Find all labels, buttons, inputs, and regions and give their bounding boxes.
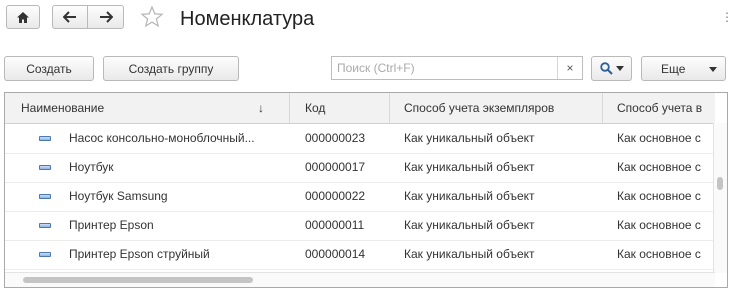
cell-account-method: Как основное с [617, 160, 701, 174]
cell-account-method: Как основное с [617, 247, 701, 261]
sort-descending-icon: ↓ [258, 101, 264, 115]
cell-account-method: Как основное с [617, 131, 701, 145]
cell-copy-method: Как уникальный объект [404, 189, 535, 203]
cell-code: 000000017 [305, 160, 366, 174]
create-button[interactable]: Создать [4, 56, 94, 81]
cell-name: Принтер Epson [69, 218, 154, 232]
star-icon [140, 5, 164, 28]
back-button[interactable] [52, 5, 88, 29]
table-row[interactable]: Насос консольно-моноблочный... 000000023… [5, 124, 715, 154]
search-options-button[interactable] [591, 56, 632, 81]
cell-account-method: Как основное с [617, 218, 701, 232]
item-icon [39, 194, 51, 199]
search-input[interactable]: Поиск (Ctrl+F) × [331, 56, 583, 80]
cell-copy-method: Как уникальный объект [404, 247, 535, 261]
caret-down-icon [709, 67, 717, 72]
horizontal-scrollbar[interactable] [5, 272, 715, 287]
more-button[interactable]: Еще [641, 56, 726, 81]
cell-account-method: Как основное с [617, 189, 701, 203]
forward-button[interactable] [87, 5, 124, 29]
column-header-name-label: Наименование [21, 101, 105, 115]
table-header: Наименование ↓ Код Способ учета экземпля… [5, 93, 715, 124]
cell-copy-method: Как уникальный объект [404, 218, 535, 232]
cell-copy-method: Как уникальный объект [404, 131, 535, 145]
vertical-scroll-thumb[interactable] [717, 177, 723, 190]
table-row[interactable]: Ноутбук 000000017 Как уникальный объект … [5, 153, 715, 183]
vertical-scrollbar[interactable] [713, 123, 727, 273]
cell-code: 000000011 [305, 218, 365, 232]
table-row[interactable]: Принтер Epson 000000011 Как уникальный о… [5, 211, 715, 241]
table-row[interactable]: Ноутбук Samsung 000000022 Как уникальный… [5, 182, 715, 212]
vertical-dots-icon[interactable]: ⋮ [721, 11, 730, 23]
column-header-copy-method[interactable]: Способ учета экземпляров [390, 93, 603, 123]
arrow-right-icon [99, 11, 113, 23]
item-icon [39, 223, 51, 228]
arrow-left-icon [63, 11, 76, 23]
page-title: Номенклатура [180, 8, 315, 30]
cell-name: Ноутбук Samsung [69, 189, 168, 203]
more-button-label: Еще [661, 61, 686, 76]
item-icon [39, 165, 51, 170]
magnifier-icon [599, 62, 613, 75]
cell-code: 000000022 [305, 189, 366, 203]
cell-code: 000000023 [305, 131, 366, 145]
caret-down-icon [615, 66, 624, 71]
cell-code: 000000014 [305, 247, 366, 261]
favorite-star-button[interactable] [140, 5, 164, 29]
home-icon [17, 11, 29, 23]
cell-copy-method: Как уникальный объект [404, 160, 535, 174]
column-header-code[interactable]: Код [290, 93, 390, 123]
column-header-account-method[interactable]: Способ учета в [603, 93, 715, 123]
search-placeholder: Поиск (Ctrl+F) [337, 61, 415, 75]
cell-name: Принтер Epson струйный [69, 247, 210, 261]
cell-name: Насос консольно-моноблочный... [69, 131, 255, 145]
cell-name: Ноутбук [69, 160, 114, 174]
item-icon [39, 252, 51, 257]
table-row[interactable]: Принтер Epson струйный 000000014 Как уни… [5, 240, 715, 270]
items-table: Наименование ↓ Код Способ учета экземпля… [4, 92, 728, 288]
horizontal-scroll-thumb[interactable] [23, 277, 253, 283]
home-button[interactable] [6, 5, 40, 29]
column-header-name[interactable]: Наименование ↓ [5, 93, 290, 123]
item-icon [39, 136, 51, 141]
create-group-button[interactable]: Создать группу [103, 56, 239, 81]
clear-search-icon[interactable]: × [557, 57, 582, 79]
